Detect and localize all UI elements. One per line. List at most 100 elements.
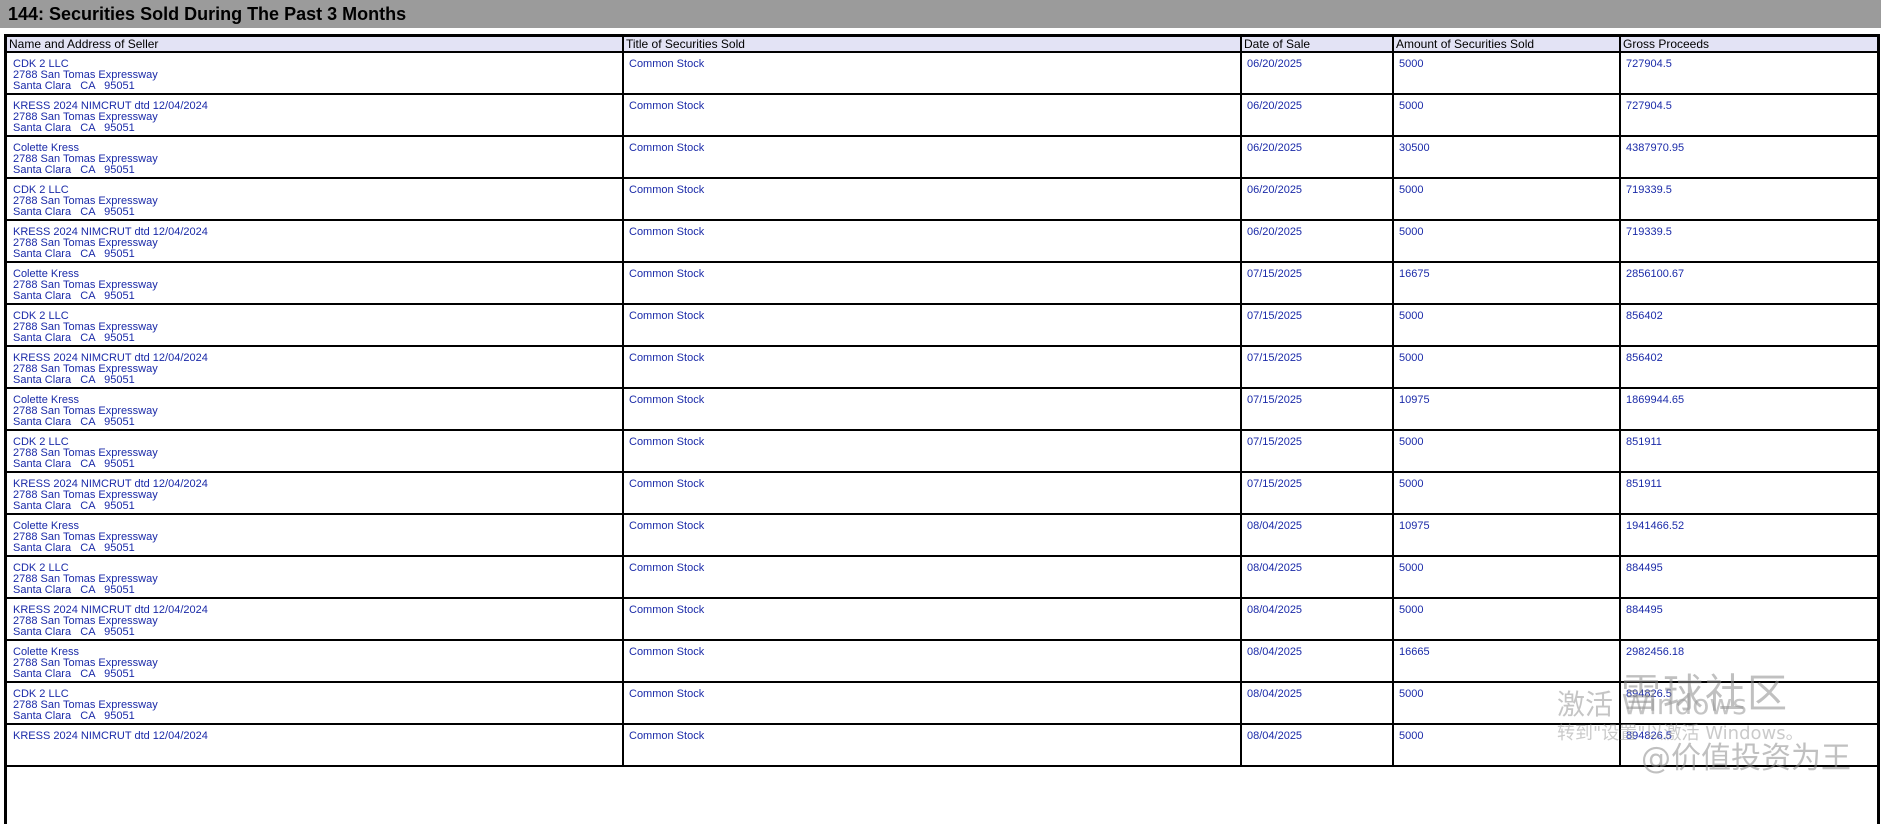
amount-sold-cell: 10975: [1393, 388, 1621, 431]
table-row: CDK 2 LLC 2788 San Tomas Expressway Santa …: [7, 430, 1877, 473]
seller-city: Santa Clara CA 95051: [13, 584, 135, 596]
seller-city: Santa Clara CA 95051: [13, 458, 135, 470]
gross-proceeds-cell: 2982456.18: [1620, 640, 1877, 683]
table-row: KRESS 2024 NIMCRUT dtd 12/04/2024 2788 Sa…: [7, 598, 1877, 641]
sale-date-cell: 06/20/2025: [1241, 52, 1394, 95]
seller-city: Santa Clara CA 95051: [13, 710, 135, 722]
gross-proceeds-cell: 894826.5: [1620, 682, 1877, 725]
table-row: KRESS 2024 NIMCRUT dtd 12/04/2024 2788 Sa…: [7, 94, 1877, 137]
column-header-amount: Amount of Securities Sold: [1393, 37, 1621, 53]
seller-cell: KRESS 2024 NIMCRUT dtd 12/04/2024 2788 Sa…: [7, 472, 624, 515]
amount-sold-cell: 5000: [1393, 598, 1621, 641]
security-title-cell: Common Stock: [623, 388, 1242, 431]
gross-proceeds-cell: 4387970.95: [1620, 136, 1877, 179]
table-row: Colette Kress 2788 San Tomas Expressway Sa…: [7, 388, 1877, 431]
seller-cell: CDK 2 LLC 2788 San Tomas Expressway Santa …: [7, 304, 624, 347]
gross-proceeds-cell: 719339.5: [1620, 178, 1877, 221]
sale-date-cell: 06/20/2025: [1241, 178, 1394, 221]
security-title-cell: Common Stock: [623, 262, 1242, 305]
seller-city: Santa Clara CA 95051: [13, 290, 135, 302]
security-title-cell: Common Stock: [623, 94, 1242, 137]
table-row: Colette Kress 2788 San Tomas Expressway Sa…: [7, 262, 1877, 305]
seller-cell: Colette Kress 2788 San Tomas Expressway Sa…: [7, 514, 624, 557]
gross-proceeds-cell: 719339.5: [1620, 220, 1877, 263]
amount-sold-cell: 5000: [1393, 682, 1621, 725]
seller-cell: KRESS 2024 NIMCRUT dtd 12/04/2024 2788 Sa…: [7, 598, 624, 641]
amount-sold-cell: 5000: [1393, 472, 1621, 515]
seller-city: Santa Clara CA 95051: [13, 668, 135, 680]
sale-date-cell: 06/20/2025: [1241, 220, 1394, 263]
sale-date-cell: 08/04/2025: [1241, 556, 1394, 599]
table-row: KRESS 2024 NIMCRUT dtd 12/04/2024 2788 Sa…: [7, 220, 1877, 263]
table-row: KRESS 2024 NIMCRUT dtd 12/04/2024 2788 Sa…: [7, 472, 1877, 515]
security-title-cell: Common Stock: [623, 724, 1242, 767]
amount-sold-cell: 5000: [1393, 52, 1621, 95]
security-title-cell: Common Stock: [623, 178, 1242, 221]
seller-city: Santa Clara CA 95051: [13, 542, 135, 554]
security-title-cell: Common Stock: [623, 682, 1242, 725]
sale-date-cell: 08/04/2025: [1241, 598, 1394, 641]
table-row: Colette Kress 2788 San Tomas Expressway Sa…: [7, 640, 1877, 683]
sale-date-cell: 08/04/2025: [1241, 724, 1394, 767]
sale-date-cell: 07/15/2025: [1241, 388, 1394, 431]
gross-proceeds-cell: 727904.5: [1620, 94, 1877, 137]
sale-date-cell: 06/20/2025: [1241, 94, 1394, 137]
seller-city: Santa Clara CA 95051: [13, 332, 135, 344]
securities-sold-table: Name and Address of Seller Title of Secu…: [7, 37, 1877, 767]
seller-city: Santa Clara CA 95051: [13, 122, 135, 134]
seller-cell: Colette Kress 2788 San Tomas Expressway Sa…: [7, 388, 624, 431]
security-title-cell: Common Stock: [623, 220, 1242, 263]
gross-proceeds-cell: 884495: [1620, 556, 1877, 599]
table-row: CDK 2 LLC 2788 San Tomas Expressway Santa …: [7, 178, 1877, 221]
table-row: Colette Kress 2788 San Tomas Expressway Sa…: [7, 136, 1877, 179]
seller-cell: CDK 2 LLC 2788 San Tomas Expressway Santa …: [7, 52, 624, 95]
amount-sold-cell: 30500: [1393, 136, 1621, 179]
seller-cell: Colette Kress 2788 San Tomas Expressway Sa…: [7, 640, 624, 683]
seller-city: Santa Clara CA 95051: [13, 164, 135, 176]
gross-proceeds-cell: 856402: [1620, 346, 1877, 389]
amount-sold-cell: 16665: [1393, 640, 1621, 683]
seller-cell: CDK 2 LLC 2788 San Tomas Expressway Santa …: [7, 430, 624, 473]
seller-city: Santa Clara CA 95051: [13, 206, 135, 218]
security-title-cell: Common Stock: [623, 472, 1242, 515]
table-row: KRESS 2024 NIMCRUT dtd 12/04/2024 2788 Sa…: [7, 346, 1877, 389]
amount-sold-cell: 5000: [1393, 556, 1621, 599]
sale-date-cell: 08/04/2025: [1241, 514, 1394, 557]
gross-proceeds-cell: 894826.5: [1620, 724, 1877, 767]
seller-city: Santa Clara CA 95051: [13, 374, 135, 386]
seller-cell: Colette Kress 2788 San Tomas Expressway Sa…: [7, 136, 624, 179]
gross-proceeds-cell: 2856100.67: [1620, 262, 1877, 305]
gross-proceeds-cell: 1941466.52: [1620, 514, 1877, 557]
column-header-seller: Name and Address of Seller: [7, 37, 624, 53]
seller-city: Santa Clara CA 95051: [13, 500, 135, 512]
table-row: CDK 2 LLC 2788 San Tomas Expressway Santa …: [7, 304, 1877, 347]
seller-cell: KRESS 2024 NIMCRUT dtd 12/04/2024: [7, 724, 624, 767]
sale-date-cell: 07/15/2025: [1241, 346, 1394, 389]
amount-sold-cell: 5000: [1393, 304, 1621, 347]
amount-sold-cell: 5000: [1393, 724, 1621, 767]
seller-city: Santa Clara CA 95051: [13, 248, 135, 260]
seller-city: Santa Clara CA 95051: [13, 416, 135, 428]
sale-date-cell: 08/04/2025: [1241, 640, 1394, 683]
seller-cell: Colette Kress 2788 San Tomas Expressway Sa…: [7, 262, 624, 305]
seller-cell: CDK 2 LLC 2788 San Tomas Expressway Santa …: [7, 178, 624, 221]
table-row: CDK 2 LLC 2788 San Tomas Expressway Santa …: [7, 682, 1877, 725]
table-row: CDK 2 LLC 2788 San Tomas Expressway Santa …: [7, 52, 1877, 95]
gross-proceeds-cell: 851911: [1620, 472, 1877, 515]
gross-proceeds-cell: 856402: [1620, 304, 1877, 347]
security-title-cell: Common Stock: [623, 346, 1242, 389]
seller-cell: CDK 2 LLC 2788 San Tomas Expressway Santa …: [7, 556, 624, 599]
sale-date-cell: 07/15/2025: [1241, 472, 1394, 515]
seller-cell: KRESS 2024 NIMCRUT dtd 12/04/2024 2788 Sa…: [7, 94, 624, 137]
table-body: CDK 2 LLC 2788 San Tomas Expressway Santa …: [7, 52, 1877, 767]
sale-date-cell: 07/15/2025: [1241, 262, 1394, 305]
sale-date-cell: 07/15/2025: [1241, 304, 1394, 347]
table-row: CDK 2 LLC 2788 San Tomas Expressway Santa …: [7, 556, 1877, 599]
security-title-cell: Common Stock: [623, 304, 1242, 347]
amount-sold-cell: 16675: [1393, 262, 1621, 305]
securities-sold-table-container: Name and Address of Seller Title of Secu…: [4, 34, 1880, 824]
security-title-cell: Common Stock: [623, 556, 1242, 599]
gross-proceeds-cell: 1869944.65: [1620, 388, 1877, 431]
amount-sold-cell: 5000: [1393, 430, 1621, 473]
security-title-cell: Common Stock: [623, 430, 1242, 473]
